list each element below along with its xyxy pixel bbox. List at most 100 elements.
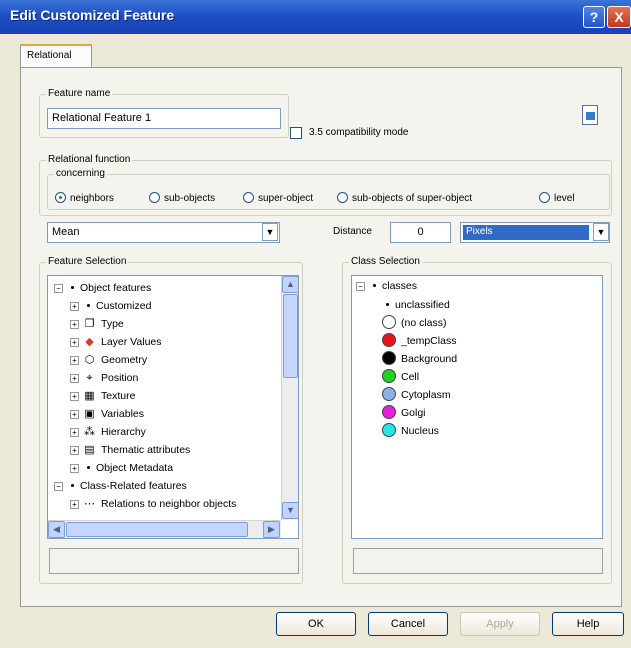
- expand-icon[interactable]: +: [70, 302, 79, 311]
- class-item[interactable]: unclassified: [382, 297, 450, 314]
- radio-sub-objects-indicator[interactable]: [149, 192, 160, 203]
- vscroll-thumb[interactable]: [283, 294, 298, 378]
- feature-description-box: [49, 548, 299, 574]
- texture-icon: ▦: [84, 390, 95, 402]
- feature-tree-item[interactable]: + ❐ Type: [70, 316, 124, 333]
- geometry-icon: ⬡: [84, 354, 95, 366]
- radio-sub-objects-of-super-object[interactable]: sub-objects of super-object: [337, 192, 472, 204]
- feature-tree-item-label: Relations to neighbor objects: [101, 498, 237, 510]
- dot-icon: [87, 304, 90, 307]
- feature-tree-item[interactable]: + ▤ Thematic attributes: [70, 442, 190, 459]
- expand-icon[interactable]: +: [70, 356, 79, 365]
- class-item[interactable]: (no class): [382, 315, 447, 332]
- function-dropdown-arrow-icon[interactable]: ▼: [262, 223, 278, 241]
- feature-name-label: Feature name: [46, 88, 113, 99]
- radio-neighbors-indicator[interactable]: [55, 192, 66, 203]
- distance-label: Distance: [333, 226, 372, 237]
- radio-neighbors[interactable]: neighbors: [55, 192, 114, 204]
- collapse-icon[interactable]: −: [54, 482, 63, 491]
- feature-tree-item-label: Object features: [80, 282, 152, 294]
- radio-super-object-indicator[interactable]: [243, 192, 254, 203]
- document-icon[interactable]: [582, 105, 598, 125]
- feature-tree-item[interactable]: + ▦ Texture: [70, 388, 135, 405]
- expand-icon[interactable]: +: [70, 338, 79, 347]
- feature-tree-item-label: Object Metadata: [96, 462, 174, 474]
- class-color-swatch: [382, 369, 396, 383]
- ok-button[interactable]: OK: [276, 612, 356, 636]
- unit-dropdown[interactable]: Pixels: [460, 222, 610, 243]
- title-help-button[interactable]: ?: [583, 6, 605, 28]
- layer-values-icon: ◆: [85, 336, 94, 348]
- radio-super-object[interactable]: super-object: [243, 192, 313, 204]
- scroll-up-icon[interactable]: ▲: [282, 276, 298, 293]
- expand-icon[interactable]: +: [70, 410, 79, 419]
- dot-icon: [71, 286, 74, 289]
- feature-tree-item[interactable]: + ⋯ Relations to neighbor objects: [70, 496, 236, 513]
- help-button[interactable]: Help: [552, 612, 624, 636]
- scroll-left-icon[interactable]: ◀: [48, 521, 65, 538]
- radio-level[interactable]: level: [539, 192, 575, 204]
- feature-tree-item[interactable]: − Object features: [54, 280, 151, 297]
- feature-tree-item[interactable]: − Class-Related features: [54, 478, 187, 495]
- class-tree[interactable]: − classes unclassified (no class) _tempClas…: [351, 275, 603, 539]
- window-title: Edit Customized Feature: [10, 7, 175, 23]
- radio-super-object-label: super-object: [258, 193, 314, 204]
- feature-tree-item[interactable]: + ⬡ Geometry: [70, 352, 147, 369]
- expand-icon[interactable]: +: [70, 500, 79, 509]
- feature-tree-item[interactable]: + Customized: [70, 298, 151, 315]
- class-item[interactable]: Background: [382, 351, 457, 368]
- class-item[interactable]: _tempClass: [382, 333, 456, 350]
- cancel-button[interactable]: Cancel: [368, 612, 448, 636]
- radio-sub-objects[interactable]: sub-objects: [149, 192, 215, 204]
- class-item[interactable]: Nucleus: [382, 423, 439, 440]
- distance-input[interactable]: 0: [390, 222, 451, 243]
- expand-icon[interactable]: +: [70, 374, 79, 383]
- expand-icon[interactable]: +: [70, 446, 79, 455]
- apply-button[interactable]: Apply: [460, 612, 540, 636]
- expand-icon[interactable]: +: [70, 320, 79, 329]
- class-item-label: Nucleus: [401, 425, 439, 437]
- radio-neighbors-label: neighbors: [70, 193, 114, 204]
- tab-relational[interactable]: Relational: [20, 44, 92, 68]
- feature-tree-vscrollbar[interactable]: ▲ ▼: [281, 276, 298, 520]
- feature-tree-item[interactable]: + Object Metadata: [70, 460, 173, 477]
- feature-tree-item-label: Type: [101, 318, 124, 330]
- feature-tree-item-label: Texture: [101, 390, 136, 402]
- function-dropdown[interactable]: Mean: [47, 222, 280, 243]
- expand-icon[interactable]: +: [70, 392, 79, 401]
- feature-tree-item-label: Layer Values: [101, 336, 162, 348]
- radio-level-indicator[interactable]: [539, 192, 550, 203]
- feature-tree-item[interactable]: + ▣ Variables: [70, 406, 144, 423]
- hscroll-thumb[interactable]: [66, 522, 248, 537]
- class-item[interactable]: Cytoplasm: [382, 387, 451, 404]
- edit-customized-feature-dialog: Edit Customized Feature ? X Relational F…: [0, 0, 631, 648]
- expand-icon[interactable]: +: [70, 464, 79, 473]
- class-color-swatch: [382, 333, 396, 347]
- collapse-icon[interactable]: −: [54, 284, 63, 293]
- variables-icon: ▣: [84, 408, 95, 420]
- compatibility-label: 3.5 compatibility mode: [309, 127, 409, 138]
- class-color-swatch: [382, 315, 396, 329]
- feature-tree-hscrollbar[interactable]: ◀ ▶: [48, 520, 281, 538]
- compatibility-checkbox[interactable]: [290, 127, 302, 139]
- class-color-swatch: [382, 405, 396, 419]
- feature-tree-item[interactable]: + ⌖ Position: [70, 370, 138, 387]
- feature-tree-item[interactable]: + ⁂ Hierarchy: [70, 424, 146, 441]
- class-item[interactable]: Cell: [382, 369, 419, 386]
- expand-icon[interactable]: +: [70, 428, 79, 437]
- class-item[interactable]: Golgi: [382, 405, 426, 422]
- class-tree-root-label: classes: [382, 280, 418, 292]
- feature-tree[interactable]: − Object features + Customized + ❐ Type + ◆ Layer…: [47, 275, 299, 539]
- feature-name-input[interactable]: Relational Feature 1: [47, 108, 281, 129]
- feature-tree-item-label: Hierarchy: [101, 426, 146, 438]
- radio-sub-objects-of-super-object-indicator[interactable]: [337, 192, 348, 203]
- feature-tree-item[interactable]: + ◆ Layer Values: [70, 334, 162, 351]
- close-button[interactable]: X: [607, 6, 631, 28]
- scroll-right-icon[interactable]: ▶: [263, 521, 280, 538]
- unit-dropdown-arrow-icon[interactable]: ▼: [593, 223, 609, 241]
- title-bar[interactable]: Edit Customized Feature ? X: [0, 0, 631, 34]
- collapse-icon[interactable]: −: [356, 282, 365, 291]
- class-tree-root[interactable]: − classes: [356, 278, 417, 295]
- class-color-swatch: [382, 423, 396, 437]
- scroll-down-icon[interactable]: ▼: [282, 502, 298, 519]
